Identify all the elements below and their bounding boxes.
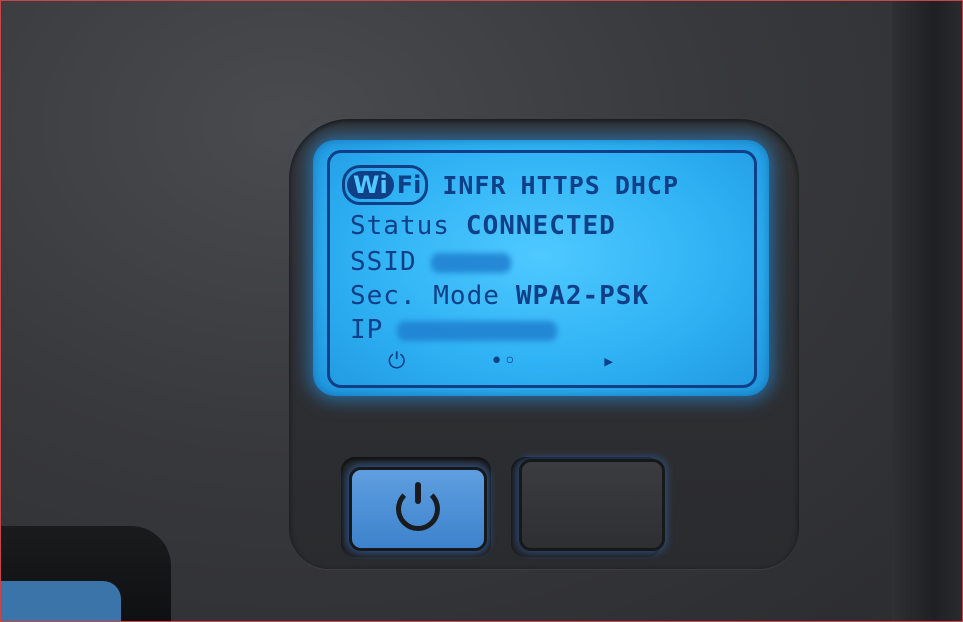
power-button[interactable]	[349, 467, 487, 551]
wifi-logo-wi: Wi	[347, 171, 394, 199]
feed-button[interactable]	[519, 459, 665, 551]
security-label: Sec. Mode	[350, 281, 500, 311]
softkey-labels: ⏻ •◦ ▸	[388, 349, 668, 379]
wifi-logo-icon: Wi Fi	[342, 165, 429, 205]
status-value: CONNECTED	[465, 211, 616, 241]
power-icon: ⏻	[388, 349, 406, 374]
wifi-logo-fi: Fi	[396, 171, 422, 199]
lcd-screen: Wi Fi INFR HTTPS DHCP Status CONNECTED SS…	[313, 140, 769, 396]
security-line: Sec. Mode WPA2-PSK	[350, 281, 649, 311]
device-side	[892, 1, 962, 621]
ssid-label: SSID	[350, 247, 417, 277]
ssid-line: SSID	[350, 247, 511, 277]
ip-redacted	[397, 320, 558, 341]
arrow-right-icon: ▸	[602, 349, 616, 374]
security-value: WPA2-PSK	[515, 281, 650, 311]
ip-line: IP	[350, 315, 558, 345]
status-header: Wi Fi INFR HTTPS DHCP	[342, 165, 679, 205]
status-line: Status CONNECTED	[350, 211, 616, 241]
dots-icon: •◦	[490, 349, 517, 374]
ip-label: IP	[350, 315, 384, 345]
status-label: Status	[350, 211, 450, 241]
mode-infr: INFR	[442, 170, 507, 200]
power-button-icon	[396, 482, 440, 531]
device-corner	[1, 526, 171, 621]
ssid-redacted	[430, 252, 511, 273]
lcd-frame: Wi Fi INFR HTTPS DHCP Status CONNECTED SS…	[327, 150, 757, 388]
device-photo: Wi Fi INFR HTTPS DHCP Status CONNECTED SS…	[0, 0, 963, 622]
mode-https: HTTPS	[520, 170, 601, 200]
mode-dhcp: DHCP	[614, 170, 680, 200]
